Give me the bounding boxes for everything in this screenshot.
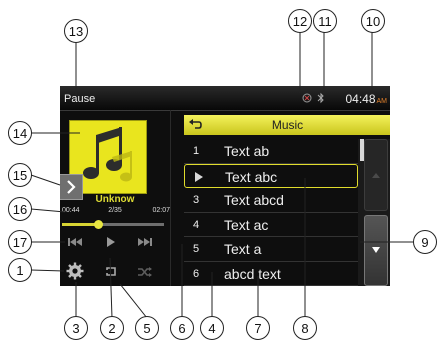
callout-16: 16 xyxy=(8,197,32,221)
callout-leader-lines xyxy=(30,32,414,319)
callout-5: 5 xyxy=(135,316,159,340)
callout-14: 14 xyxy=(8,121,32,145)
callout-9: 9 xyxy=(413,230,437,254)
callout-8: 8 xyxy=(293,316,317,340)
callout-6: 6 xyxy=(170,316,194,340)
callout-7: 7 xyxy=(246,316,270,340)
callout-1: 1 xyxy=(8,258,32,282)
callout-4: 4 xyxy=(200,316,224,340)
callout-13: 13 xyxy=(64,19,88,43)
callout-12: 12 xyxy=(288,9,312,33)
callout-2: 2 xyxy=(100,316,124,340)
callout-11: 11 xyxy=(313,9,337,33)
callout-10: 10 xyxy=(361,9,385,33)
callout-17: 17 xyxy=(8,230,32,254)
callout-3: 3 xyxy=(64,316,88,340)
callout-15: 15 xyxy=(8,163,32,187)
